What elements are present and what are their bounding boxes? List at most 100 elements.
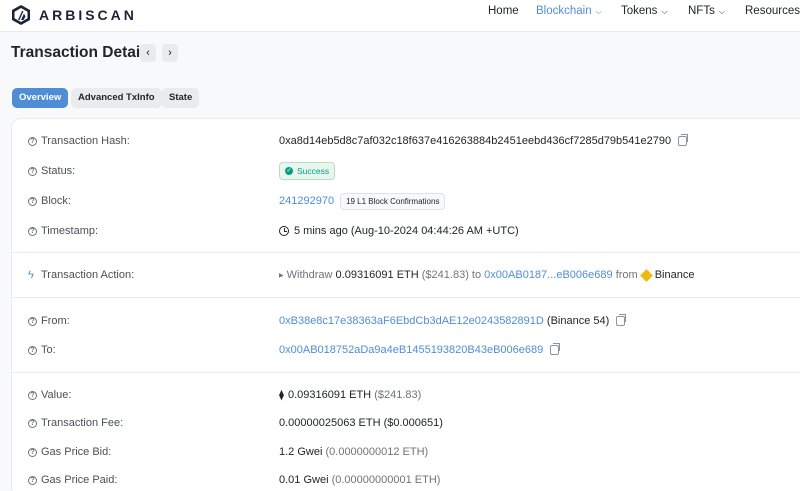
timestamp-label: ? Timestamp: [28, 224, 98, 238]
ethereum-icon: ⧫ [279, 389, 284, 401]
status-text: Success [297, 166, 330, 176]
question-icon[interactable]: ? [28, 390, 37, 400]
status-value: ✓ Success [279, 162, 336, 180]
question-icon[interactable]: ? [28, 166, 37, 176]
to-address-link[interactable]: 0x00AB018752aDa9a4eB1455193820B43eB006e6… [279, 344, 543, 356]
tab-advanced-txinfo[interactable]: Advanced TxInfo [71, 88, 162, 108]
tab-state[interactable]: State [162, 88, 200, 108]
action-to-word: to [471, 269, 482, 281]
from-label-text: From: [41, 315, 70, 327]
action-verb: Withdraw [286, 269, 333, 281]
transaction-details-card [11, 118, 800, 491]
action-amount: 0.09316091 ETH [335, 269, 419, 281]
action-from-word: from [615, 269, 638, 281]
gas-bid-gwei: 1.2 Gwei [279, 446, 323, 458]
action-from-name: Binance [654, 269, 695, 281]
check-circle-icon: ✓ [285, 167, 293, 175]
value-label: ? Value: [28, 388, 71, 402]
gas-paid-label: ? Gas Price Paid: [28, 473, 117, 487]
nav-blockchain-label: Blockchain [536, 5, 592, 17]
divider [12, 252, 800, 253]
gas-bid-label: ? Gas Price Bid: [28, 445, 111, 459]
gas-paid-eth: (0.00000000001 ETH) [331, 474, 441, 486]
timestamp-value: 5 mins ago (Aug-10-2024 04:44:26 AM +UTC… [279, 224, 519, 238]
question-icon[interactable]: ? [28, 345, 37, 355]
tab-overview[interactable]: Overview [12, 88, 69, 108]
block-number-link[interactable]: 241292970 [279, 195, 334, 207]
block-label-text: Block: [41, 195, 71, 207]
nav-tokens[interactable]: Tokens ⌵ [621, 0, 668, 22]
tx-hash: 0xa8d14eb5d8c7af032c18f637e416263884b245… [279, 135, 672, 147]
action-usd: ($241.83) [421, 269, 469, 281]
nav-home[interactable]: Home [488, 0, 519, 22]
action-value: ▶ Withdraw 0.09316091 ETH ($241.83) to 0… [279, 268, 694, 282]
block-label: ? Block: [28, 194, 71, 208]
lightning-icon: ϟ [28, 269, 34, 281]
fee-label: ? Transaction Fee: [28, 416, 123, 430]
status-label: ? Status: [28, 164, 75, 178]
status-badge: ✓ Success [279, 162, 336, 180]
question-icon[interactable]: ? [28, 316, 37, 326]
brand-name: ARBISCAN [39, 7, 137, 23]
chevron-down-icon: ⌵ [718, 7, 725, 16]
hash-label: ? Transaction Hash: [28, 134, 130, 148]
confirmations-badge: 19 L1 Block Confirmations [340, 192, 446, 210]
fee-value: 0.00000025063 ETH ($0.000651) [279, 417, 443, 429]
copy-icon[interactable] [550, 343, 561, 355]
timestamp-text: 5 mins ago (Aug-10-2024 04:44:26 AM +UTC… [294, 225, 519, 237]
question-icon[interactable]: ? [28, 196, 37, 206]
page-title: Transaction Details [11, 44, 154, 61]
question-icon[interactable]: ? [28, 226, 37, 236]
nav-nfts-label: NFTs [688, 5, 715, 17]
to-value: 0x00AB018752aDa9a4eB1455193820B43eB006e6… [279, 343, 561, 357]
nav-tokens-label: Tokens [621, 5, 658, 17]
top-navbar: ARBISCAN Home Blockchain ⌵ Tokens ⌵ NFTs ⌵ … [0, 0, 800, 32]
nav-blockchain[interactable]: Blockchain ⌵ [536, 0, 602, 22]
divider [12, 372, 800, 373]
action-label: ϟ Transaction Action: [28, 268, 134, 282]
gas-paid-gwei: 0.01 Gwei [279, 474, 329, 486]
action-label-text: Transaction Action: [41, 269, 135, 281]
question-icon[interactable]: ? [28, 447, 37, 457]
copy-icon[interactable] [678, 134, 689, 146]
next-tx-button[interactable]: › [162, 44, 178, 62]
brand-logo[interactable]: ARBISCAN [10, 4, 137, 26]
value-label-text: Value: [41, 389, 72, 401]
question-icon[interactable]: ? [28, 136, 37, 146]
prev-tx-button[interactable]: ‹ [140, 44, 156, 62]
to-label: ? To: [28, 343, 56, 357]
gas-paid-label-text: Gas Price Paid: [41, 474, 118, 486]
question-icon[interactable]: ? [28, 418, 37, 428]
divider [12, 297, 800, 298]
chevron-down-icon: ⌵ [595, 7, 602, 16]
status-label-text: Status: [41, 165, 76, 177]
fee-label-text: Transaction Fee: [41, 417, 124, 429]
hash-value: 0xa8d14eb5d8c7af032c18f637e416263884b245… [279, 134, 689, 148]
chevron-left-icon: ‹ [146, 47, 150, 59]
caret-right-icon[interactable]: ▶ [279, 272, 284, 279]
from-label: ? From: [28, 314, 70, 328]
gas-bid-label-text: Gas Price Bid: [41, 446, 112, 458]
from-name-tag: (Binance 54) [546, 315, 610, 327]
copy-icon[interactable] [616, 314, 627, 326]
gas-bid-value: 1.2 Gwei (0.0000000012 ETH) [279, 445, 428, 459]
question-icon[interactable]: ? [28, 475, 37, 485]
timestamp-label-text: Timestamp: [41, 225, 99, 237]
block-value: 241292970 19 L1 Block Confirmations [279, 192, 446, 210]
nav-resources[interactable]: Resources [745, 0, 800, 22]
arbitrum-logo-icon [12, 5, 30, 25]
gas-bid-eth: (0.0000000012 ETH) [325, 446, 429, 458]
value-usd: ($241.83) [374, 389, 422, 401]
chevron-down-icon: ⌵ [661, 7, 668, 16]
to-label-text: To: [41, 344, 56, 356]
gas-paid-value: 0.01 Gwei (0.00000000001 ETH) [279, 473, 440, 487]
action-to-address-link[interactable]: 0x00AB0187...eB006e689 [484, 269, 612, 281]
clock-icon [279, 226, 289, 236]
hash-label-text: Transaction Hash: [41, 135, 130, 147]
nav-nfts[interactable]: NFTs ⌵ [688, 0, 725, 22]
from-value: 0xB38e8c17e38363aF6EbdCb3dAE12e024358289… [279, 314, 627, 328]
value-value: ⧫ 0.09316091 ETH ($241.83) [279, 388, 421, 402]
from-address-link[interactable]: 0xB38e8c17e38363aF6EbdCb3dAE12e024358289… [279, 315, 544, 327]
binance-icon [639, 268, 653, 282]
chevron-right-icon: › [168, 47, 172, 59]
